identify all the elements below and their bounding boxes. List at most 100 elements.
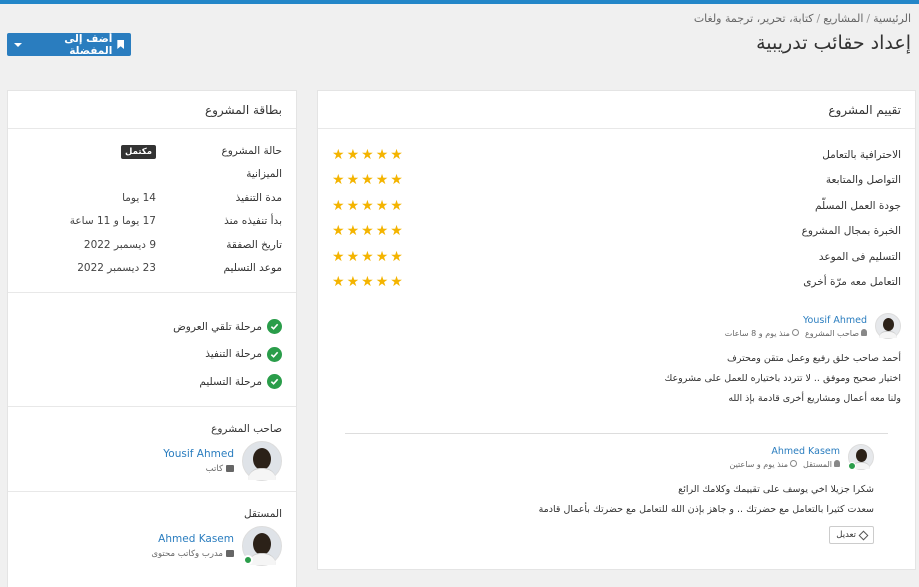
rating-label: الخبرة بمجال المشروع	[801, 225, 901, 238]
favorite-label: أضف إلى المفضلة	[64, 32, 113, 57]
chevron-down-icon[interactable]	[14, 42, 22, 47]
rating-row: جودة العمل المسلّم ★ ★ ★ ★ ★	[332, 193, 901, 219]
page-title: إعداد حقائب تدريبية	[756, 32, 911, 54]
clock-icon	[790, 459, 798, 467]
star-icon: ★	[390, 274, 403, 291]
star-rating: ★ ★ ★ ★ ★	[332, 199, 403, 213]
check-icon	[267, 319, 282, 335]
star-icon: ★	[332, 172, 345, 189]
pencil-icon	[858, 530, 869, 540]
user-icon	[861, 328, 867, 336]
star-icon: ★	[375, 172, 389, 189]
project-card: بطاقة المشروع حالة المشروع مكتمل الميزاني…	[7, 90, 297, 587]
star-icon: ★	[390, 223, 403, 240]
freelancer-label: المستقل	[244, 507, 282, 520]
status-badge: مكتمل	[121, 144, 156, 159]
rating-row: الاحترافية بالتعامل ★ ★ ★ ★ ★	[332, 142, 901, 168]
star-icon: ★	[361, 274, 374, 291]
star-icon: ★	[375, 223, 389, 240]
star-rating: ★ ★ ★ ★ ★	[332, 275, 403, 289]
rating-row: التسليم فى الموعد ★ ★ ★ ★ ★	[332, 244, 901, 270]
rating-card: تقييم المشروع الاحترافية بالتعامل ★ ★ ★ ★ ★ ال…	[317, 90, 916, 570]
star-icon: ★	[375, 248, 389, 265]
review: Yousif Ahmed صاحب المشروع منذ يوم و 8 ساع…	[318, 295, 915, 409]
owner-name-link[interactable]: Yousif Ahmed	[163, 448, 234, 460]
check-icon	[267, 346, 282, 362]
star-icon: ★	[375, 197, 389, 214]
owner-label: صاحب المشروع	[211, 422, 282, 435]
bookmark-icon	[117, 40, 124, 49]
star-icon: ★	[346, 223, 360, 240]
star-rating: ★ ★ ★ ★ ★	[332, 224, 403, 238]
add-to-favorites-button[interactable]: أضف إلى المفضلة	[7, 32, 131, 57]
project-info: حالة المشروع مكتمل الميزانية مدة التنفيذ 1…	[8, 129, 296, 280]
rating-list: الاحترافية بالتعامل ★ ★ ★ ★ ★ التواصل والمتابع…	[318, 129, 915, 295]
reply-text: شكرا جزيلا اخي يوسف على تقييمك وكلامك ال…	[538, 484, 874, 515]
star-icon: ★	[390, 248, 403, 265]
briefcase-icon	[226, 550, 234, 557]
online-status-icon	[243, 554, 253, 565]
info-row-duration: مدة التنفيذ 14 يوما	[122, 191, 282, 204]
star-icon: ★	[390, 146, 403, 163]
edit-reply-button[interactable]: تعديل	[829, 526, 874, 544]
step-item: مرحلة تلقي العروض	[22, 313, 282, 341]
info-row-delivery: موعد التسليم 23 ديسمبر 2022	[77, 262, 282, 275]
avatar[interactable]	[848, 444, 874, 470]
rating-row: الخبرة بمجال المشروع ★ ★ ★ ★ ★	[332, 219, 901, 245]
avatar[interactable]	[875, 313, 901, 339]
star-icon: ★	[390, 172, 403, 189]
rating-row: التواصل والمتابعة ★ ★ ★ ★ ★	[332, 168, 901, 194]
star-icon: ★	[346, 146, 360, 163]
review-reply: Ahmed Kasem المستقل منذ يوم و ساعتين شكرا…	[345, 433, 888, 544]
briefcase-icon	[226, 465, 234, 472]
breadcrumb-home[interactable]: الرئيسية	[873, 12, 911, 25]
star-icon: ★	[332, 146, 345, 163]
star-icon: ★	[332, 274, 345, 291]
info-row-status: حالة المشروع مكتمل	[22, 139, 282, 163]
rating-card-title: تقييم المشروع	[318, 91, 915, 129]
star-rating: ★ ★ ★ ★ ★	[332, 250, 403, 264]
star-icon: ★	[346, 274, 360, 291]
review-text: أحمد صاحب خلق رفيع وعمل متقن ومحترف اختي…	[664, 353, 901, 404]
check-icon	[267, 374, 282, 390]
star-icon: ★	[346, 172, 360, 189]
reviewer-name-link[interactable]: Yousif Ahmed	[725, 315, 867, 326]
rating-row: التعامل معه مرّة أخرى ★ ★ ★ ★ ★	[332, 270, 901, 296]
project-card-title: بطاقة المشروع	[8, 91, 296, 129]
replier-name-link[interactable]: Ahmed Kasem	[730, 446, 840, 457]
star-icon: ★	[332, 248, 345, 265]
top-accent-bar	[0, 0, 919, 4]
freelancer-name-link[interactable]: Ahmed Kasem	[151, 533, 234, 545]
star-icon: ★	[332, 223, 345, 240]
user-icon	[834, 459, 840, 467]
step-item: مرحلة التنفيذ	[22, 341, 282, 369]
star-icon: ★	[375, 146, 389, 163]
clock-icon	[791, 328, 799, 336]
breadcrumb-category[interactable]: كتابة، تحرير، ترجمة ولغات	[694, 12, 814, 25]
info-row-started: بدأ تنفيذه منذ 17 يوما و 11 ساعة	[69, 215, 282, 228]
star-icon: ★	[375, 274, 389, 291]
rating-label: التسليم فى الموعد	[818, 250, 901, 263]
star-icon: ★	[361, 223, 374, 240]
rating-label: الاحترافية بالتعامل	[822, 148, 901, 161]
rating-label: التواصل والمتابعة	[825, 174, 901, 187]
rating-label: التعامل معه مرّة أخرى	[803, 276, 901, 289]
star-icon: ★	[390, 197, 403, 214]
star-icon: ★	[361, 172, 374, 189]
avatar[interactable]	[242, 525, 282, 566]
star-rating: ★ ★ ★ ★ ★	[332, 148, 403, 162]
owner-section: صاحب المشروع Yousif Ahmed كاتب	[8, 407, 296, 491]
star-icon: ★	[332, 197, 345, 214]
info-row-budget: الميزانية	[246, 168, 282, 181]
star-icon: ★	[346, 197, 360, 214]
star-icon: ★	[361, 197, 374, 214]
star-icon: ★	[361, 146, 374, 163]
star-icon: ★	[346, 248, 360, 265]
project-steps: مرحلة تلقي العروض مرحلة التنفيذ مرحلة ال…	[8, 293, 296, 406]
online-status-icon	[848, 462, 856, 470]
breadcrumb-projects[interactable]: المشاريع	[823, 12, 863, 25]
rating-label: جودة العمل المسلّم	[815, 199, 901, 212]
breadcrumb: الرئيسية/المشاريع/كتابة، تحرير، ترجمة ول…	[693, 12, 911, 25]
avatar[interactable]	[242, 440, 282, 481]
step-item: مرحلة التسليم	[22, 368, 282, 396]
